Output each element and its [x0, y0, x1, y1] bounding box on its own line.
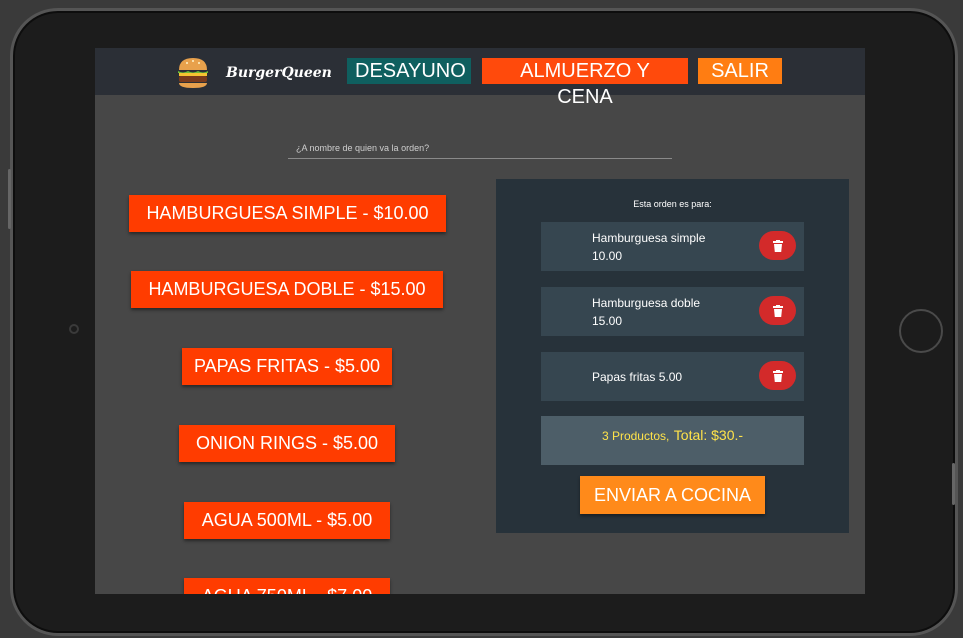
product-button-agua-500ml[interactable]: AGUA 500ML - $5.00: [184, 502, 390, 539]
nav-salir-button[interactable]: SALIR: [698, 58, 782, 84]
trash-icon: [772, 304, 783, 317]
camera-icon: [69, 324, 79, 334]
customer-name-input[interactable]: [288, 137, 672, 159]
trash-icon: [772, 239, 783, 252]
delete-item-button[interactable]: [759, 231, 796, 260]
order-item: Papas fritas 5.00: [541, 352, 804, 401]
navbar: BurgerQueen DESAYUNO ALMUERZO Y CENA SAL…: [95, 48, 865, 108]
delete-item-button[interactable]: [759, 296, 796, 325]
trash-icon: [772, 369, 783, 382]
order-item: Hamburguesa simple 10.00: [541, 222, 804, 271]
order-title: Esta orden es para:: [633, 199, 712, 209]
send-to-kitchen-button[interactable]: ENVIAR A COCINA: [580, 476, 765, 514]
logo-text: BurgerQueen: [226, 65, 332, 81]
product-button-agua-750ml[interactable]: AGUA 750ML - $7.00: [184, 578, 390, 594]
order-panel: Esta orden es para: Hamburguesa simple 1…: [496, 179, 849, 533]
order-item: Hamburguesa doble 15.00: [541, 287, 804, 336]
order-item-name-price: Papas fritas 5.00: [592, 370, 683, 384]
product-button-onion-rings[interactable]: ONION RINGS - $5.00: [179, 425, 395, 462]
order-item-name: Hamburguesa doble: [592, 296, 701, 310]
order-item-price: 15.00: [592, 314, 623, 328]
total-amount: Total: $30.-: [673, 427, 744, 443]
order-total: 3 Productos, Total: $30.-: [541, 416, 804, 465]
nav-desayuno-button[interactable]: DESAYUNO: [347, 58, 471, 84]
order-item-name: Hamburguesa simple: [592, 231, 706, 245]
product-button-papas-fritas[interactable]: PAPAS FRITAS - $5.00: [182, 348, 392, 385]
product-button-hamburguesa-doble[interactable]: HAMBURGUESA DOBLE - $15.00: [131, 271, 443, 308]
total-count: 3 Productos,: [601, 429, 670, 443]
tablet-side-button-left: [8, 169, 11, 229]
burger-icon: [178, 58, 208, 88]
nav-almuerzo-cena-button[interactable]: ALMUERZO Y CENA: [482, 58, 688, 108]
product-button-hamburguesa-simple[interactable]: HAMBURGUESA SIMPLE - $10.00: [129, 195, 446, 232]
delete-item-button[interactable]: [759, 361, 796, 390]
home-button[interactable]: [899, 309, 943, 353]
tablet-side-button-right: [952, 463, 955, 505]
app-screen: BurgerQueen DESAYUNO ALMUERZO Y CENA SAL…: [95, 48, 865, 594]
order-item-price: 10.00: [592, 249, 623, 263]
